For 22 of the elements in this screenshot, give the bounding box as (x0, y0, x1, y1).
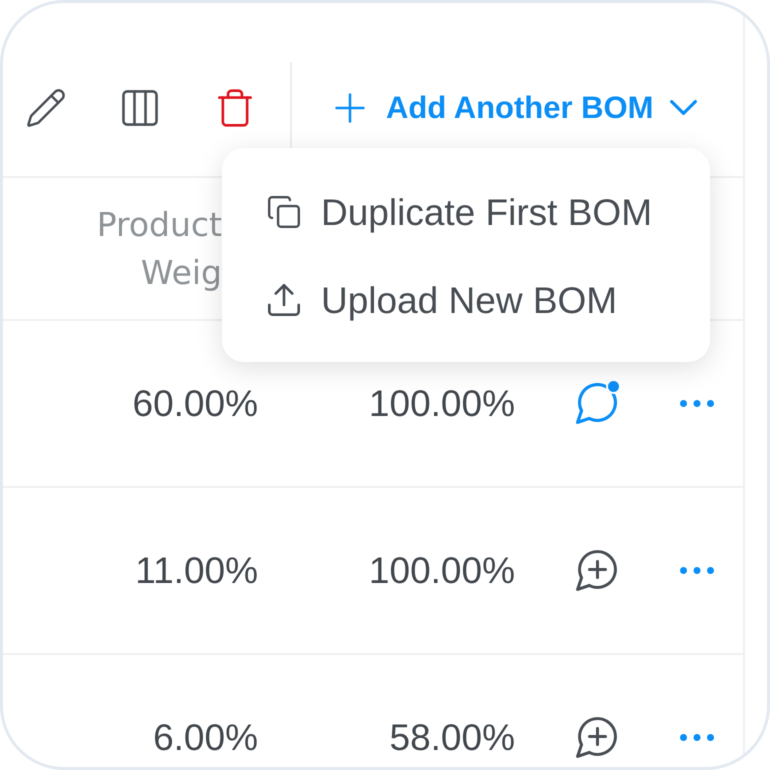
chat-bubble-icon[interactable] (576, 383, 616, 424)
table-cell: 100.00% (368, 552, 515, 589)
table-cell: 100.00% (368, 385, 515, 422)
chat-bubble-plus-icon[interactable] (576, 550, 616, 591)
table-cell: 60.00% (132, 385, 258, 422)
table-cell: 6.00% (153, 719, 258, 756)
menu-item[interactable]: Upload New BOM (222, 256, 710, 344)
edit-icon[interactable] (27, 88, 65, 126)
columns-icon[interactable] (122, 90, 158, 126)
copy-icon (268, 196, 300, 228)
column-header: Product Weig (96, 204, 222, 294)
upload-icon (268, 284, 300, 316)
more-options-icon[interactable] (680, 734, 714, 741)
more-options-icon[interactable] (680, 400, 714, 407)
delete-icon[interactable] (218, 88, 252, 126)
chevron-down-icon (670, 100, 698, 115)
more-options-icon[interactable] (680, 567, 714, 574)
chat-bubble-plus-icon[interactable] (576, 717, 616, 758)
plus-icon (335, 92, 365, 122)
menu-item[interactable]: Duplicate First BOM (222, 168, 710, 256)
table-cell: 11.00% (135, 552, 258, 589)
table-cell: 58.00% (390, 719, 515, 756)
